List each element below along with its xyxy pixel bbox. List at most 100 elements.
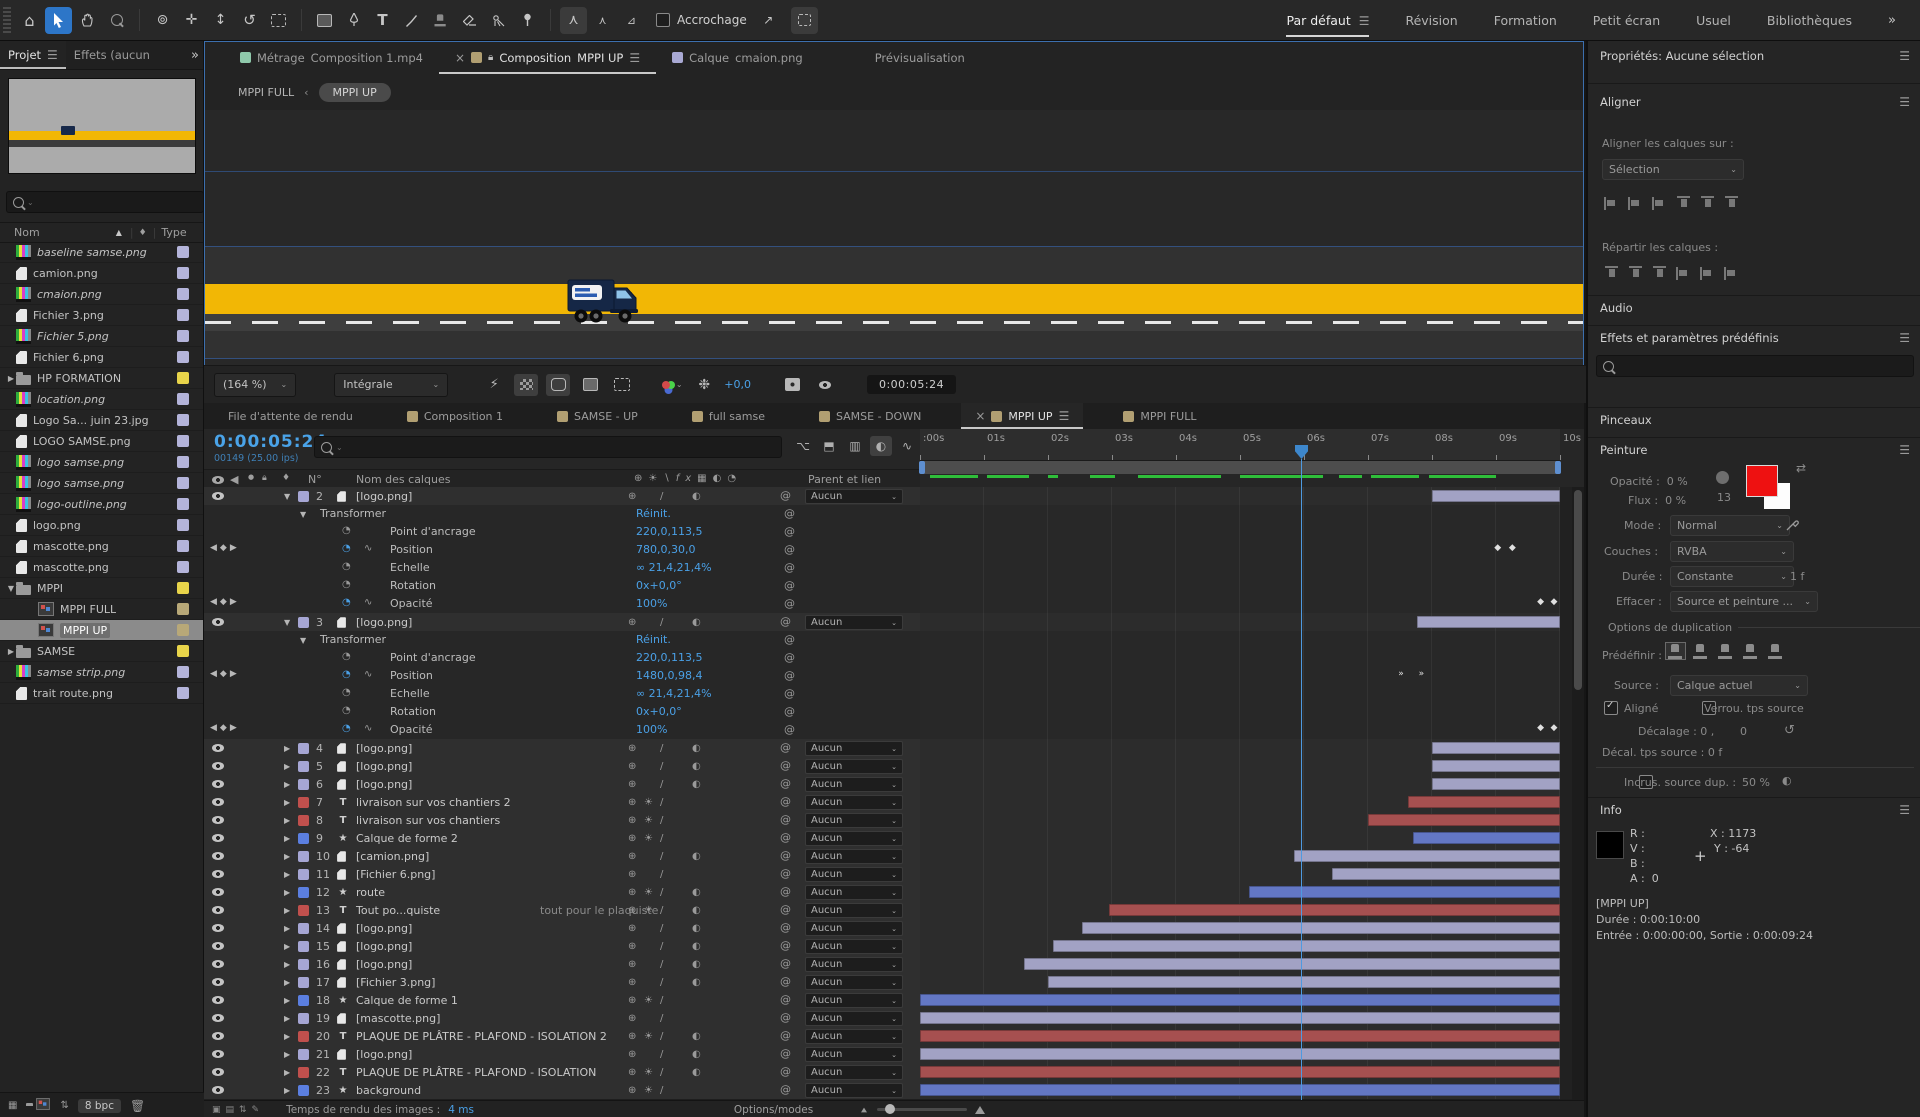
- dolly-camera-tool-icon[interactable]: ↕: [207, 7, 234, 34]
- collapse-transformations-icon[interactable]: ⊕: [628, 937, 644, 955]
- quality-sun-icon[interactable]: ☀: [644, 793, 660, 811]
- viewer-tab-composition[interactable]: ×🔒︎CompositionMPPI UP☰: [439, 41, 656, 74]
- quality-sun-icon[interactable]: ☀: [644, 1081, 660, 1099]
- parent-pickwhip-icon[interactable]: @: [780, 885, 791, 898]
- property-row-echelle[interactable]: ◔ Echelle∞ 21,4,21,4% @: [204, 559, 1584, 578]
- keyframe-navigator[interactable]: ◀◆▶: [210, 723, 240, 733]
- keyframe-navigator[interactable]: ◀◆▶: [210, 597, 240, 607]
- audio-column-icon[interactable]: ◀: [230, 473, 238, 486]
- stopwatch-icon[interactable]: ◔: [342, 705, 351, 716]
- layer-expand-icon[interactable]: ▶: [284, 1027, 294, 1045]
- align-top-icon[interactable]: [1677, 196, 1690, 211]
- workspace-tab-par-defaut[interactable]: Par défaut ☰: [1286, 13, 1369, 28]
- region-of-interest-icon[interactable]: [546, 374, 570, 396]
- motion-blur-switch-icon[interactable]: ◐: [692, 613, 708, 631]
- layer-expand-icon[interactable]: ▼: [284, 613, 294, 631]
- timeline-timecode[interactable]: 0:00:05:24: [214, 432, 327, 452]
- project-item-camion-png[interactable]: camion.png: [0, 263, 203, 284]
- item-name[interactable]: logo.png: [33, 519, 81, 532]
- quality-icon[interactable]: /: [660, 739, 676, 757]
- property-value[interactable]: Réinit.: [636, 507, 671, 520]
- zoom-level-dropdown[interactable]: (164 %)⌄: [214, 373, 296, 397]
- quality-sun-icon[interactable]: ☀: [644, 991, 660, 1009]
- quality-icon[interactable]: /: [660, 775, 676, 793]
- align-bottom-icon[interactable]: [1725, 196, 1738, 211]
- collapse-transformations-icon[interactable]: ⊕: [628, 865, 644, 883]
- local-axis-mode-icon[interactable]: ⋏: [560, 7, 587, 34]
- panel-menu-icon[interactable]: ☰: [1899, 331, 1910, 345]
- layer-duration-bar[interactable]: [1432, 760, 1560, 772]
- layer-name[interactable]: [Fichier 6.png]: [356, 865, 435, 883]
- layer-visibility-icon[interactable]: [212, 829, 224, 847]
- parent-dropdown[interactable]: Aucun⌄: [805, 813, 903, 828]
- layer-name[interactable]: [logo.png]: [356, 775, 412, 793]
- timeline-graph-cell[interactable]: [920, 685, 1560, 703]
- layer-row-2--logo-png-[interactable]: ▼ 2 [logo.png] ⊕ / ◐ @ Aucun⌄: [204, 487, 1584, 506]
- layer-name[interactable]: Tout po...quiste: [356, 901, 440, 919]
- layer-visibility-icon[interactable]: [212, 613, 224, 631]
- timeline-graph-cell[interactable]: [920, 829, 1560, 847]
- tab-menu-icon[interactable]: ☰: [1059, 409, 1070, 423]
- parent-dropdown[interactable]: Aucun⌄: [805, 867, 903, 882]
- timeline-graph-cell[interactable]: [920, 901, 1560, 919]
- work-area-bar[interactable]: [920, 461, 1560, 474]
- property-value[interactable]: 220,0,113,5: [636, 525, 702, 538]
- collapse-transformations-icon[interactable]: ⊕: [628, 1045, 644, 1063]
- property-name[interactable]: Point d'ancrage: [390, 651, 476, 664]
- motion-blur-switch-icon[interactable]: ◐: [692, 883, 708, 901]
- parent-pickwhip-icon[interactable]: @: [780, 1029, 791, 1042]
- collapse-transformations-icon[interactable]: ⊕: [628, 1063, 644, 1081]
- layer-color-swatch[interactable]: [298, 775, 309, 793]
- motion-blur-switch-icon[interactable]: ◐: [692, 487, 708, 505]
- property-pickwhip-icon[interactable]: @: [784, 723, 795, 736]
- lock-column-icon[interactable]: 🔒︎: [262, 473, 267, 483]
- column-parent[interactable]: Parent et lien: [808, 473, 881, 486]
- layer-color-swatch[interactable]: [298, 487, 309, 505]
- view-axis-mode-icon[interactable]: ⊿: [618, 7, 645, 34]
- layer-row-15--logo-png-[interactable]: ▶ 15 [logo.png] ⊕ / ◐ @ Aucun⌄: [204, 937, 1584, 956]
- column-nom[interactable]: Nom: [14, 226, 40, 239]
- panel-menu-icon[interactable]: ☰: [1899, 95, 1910, 109]
- layer-row-5--logo-png-[interactable]: ▶ 5 [logo.png] ⊕ / ◐ @ Aucun⌄: [204, 757, 1584, 776]
- layer-expand-icon[interactable]: ▶: [284, 1009, 294, 1027]
- panel-tab-overflow-icon[interactable]: »: [191, 48, 199, 63]
- graph-toggle-icon[interactable]: ∿: [364, 669, 372, 680]
- layer-name[interactable]: [logo.png]: [356, 955, 412, 973]
- breadcrumb-parent[interactable]: MPPI FULL: [238, 86, 294, 99]
- parent-dropdown[interactable]: Aucun⌄: [805, 903, 903, 918]
- project-item-cmaion-png[interactable]: cmaion.png: [0, 284, 203, 305]
- distribute-top-icon[interactable]: [1605, 266, 1618, 281]
- layer-visibility-icon[interactable]: [212, 991, 224, 1009]
- timeline-graph-cell[interactable]: [920, 865, 1560, 883]
- layer-name[interactable]: [camion.png]: [356, 847, 429, 865]
- layer-name[interactable]: PLAQUE DE PLÂTRE - PLAFOND - ISOLATION 2: [356, 1027, 607, 1045]
- workspace-tab-bibliotheques[interactable]: Bibliothèques: [1767, 13, 1852, 28]
- close-tab-icon[interactable]: ×: [455, 51, 465, 65]
- quality-icon[interactable]: /: [660, 1027, 676, 1045]
- parent-pickwhip-icon[interactable]: @: [780, 993, 791, 1006]
- stopwatch-icon[interactable]: ◔: [342, 561, 351, 572]
- time-ruler[interactable]: :00s 01s 02s 03s 04s 05s 06s 07s 08s 09s…: [920, 429, 1560, 461]
- property-value[interactable]: 100%: [636, 723, 667, 736]
- parent-pickwhip-icon[interactable]: @: [780, 957, 791, 970]
- stopwatch-icon[interactable]: ◔: [342, 651, 351, 662]
- layer-color-swatch[interactable]: [298, 883, 309, 901]
- label-color-swatch[interactable]: [177, 372, 189, 384]
- quality-sun-icon[interactable]: ☀: [644, 829, 660, 847]
- layer-expand-icon[interactable]: ▶: [284, 829, 294, 847]
- close-tab-icon[interactable]: ×: [975, 409, 985, 423]
- label-color-swatch[interactable]: [177, 519, 189, 531]
- clone-stamp-tool-icon[interactable]: [427, 7, 454, 34]
- parent-dropdown[interactable]: Aucun⌄: [805, 777, 903, 792]
- keyframe-icon[interactable]: ◆: [1537, 597, 1544, 607]
- pane-toggle-icons[interactable]: ▣▤⇅✎: [212, 1105, 264, 1115]
- layer-row-4--logo-png-[interactable]: ▶ 4 [logo.png] ⊕ / ◐ @ Aucun⌄: [204, 739, 1584, 758]
- layer-expand-icon[interactable]: ▶: [284, 901, 294, 919]
- graph-toggle-icon[interactable]: ∿: [364, 543, 372, 554]
- hand-tool-icon[interactable]: [74, 7, 101, 34]
- layer-color-swatch[interactable]: [298, 901, 309, 919]
- keyframe-icon[interactable]: ◆: [1494, 543, 1501, 553]
- timeline-graph-cell[interactable]: [920, 793, 1560, 811]
- label-color-swatch[interactable]: [177, 561, 189, 573]
- trash-icon[interactable]: 🗑: [130, 1099, 145, 1113]
